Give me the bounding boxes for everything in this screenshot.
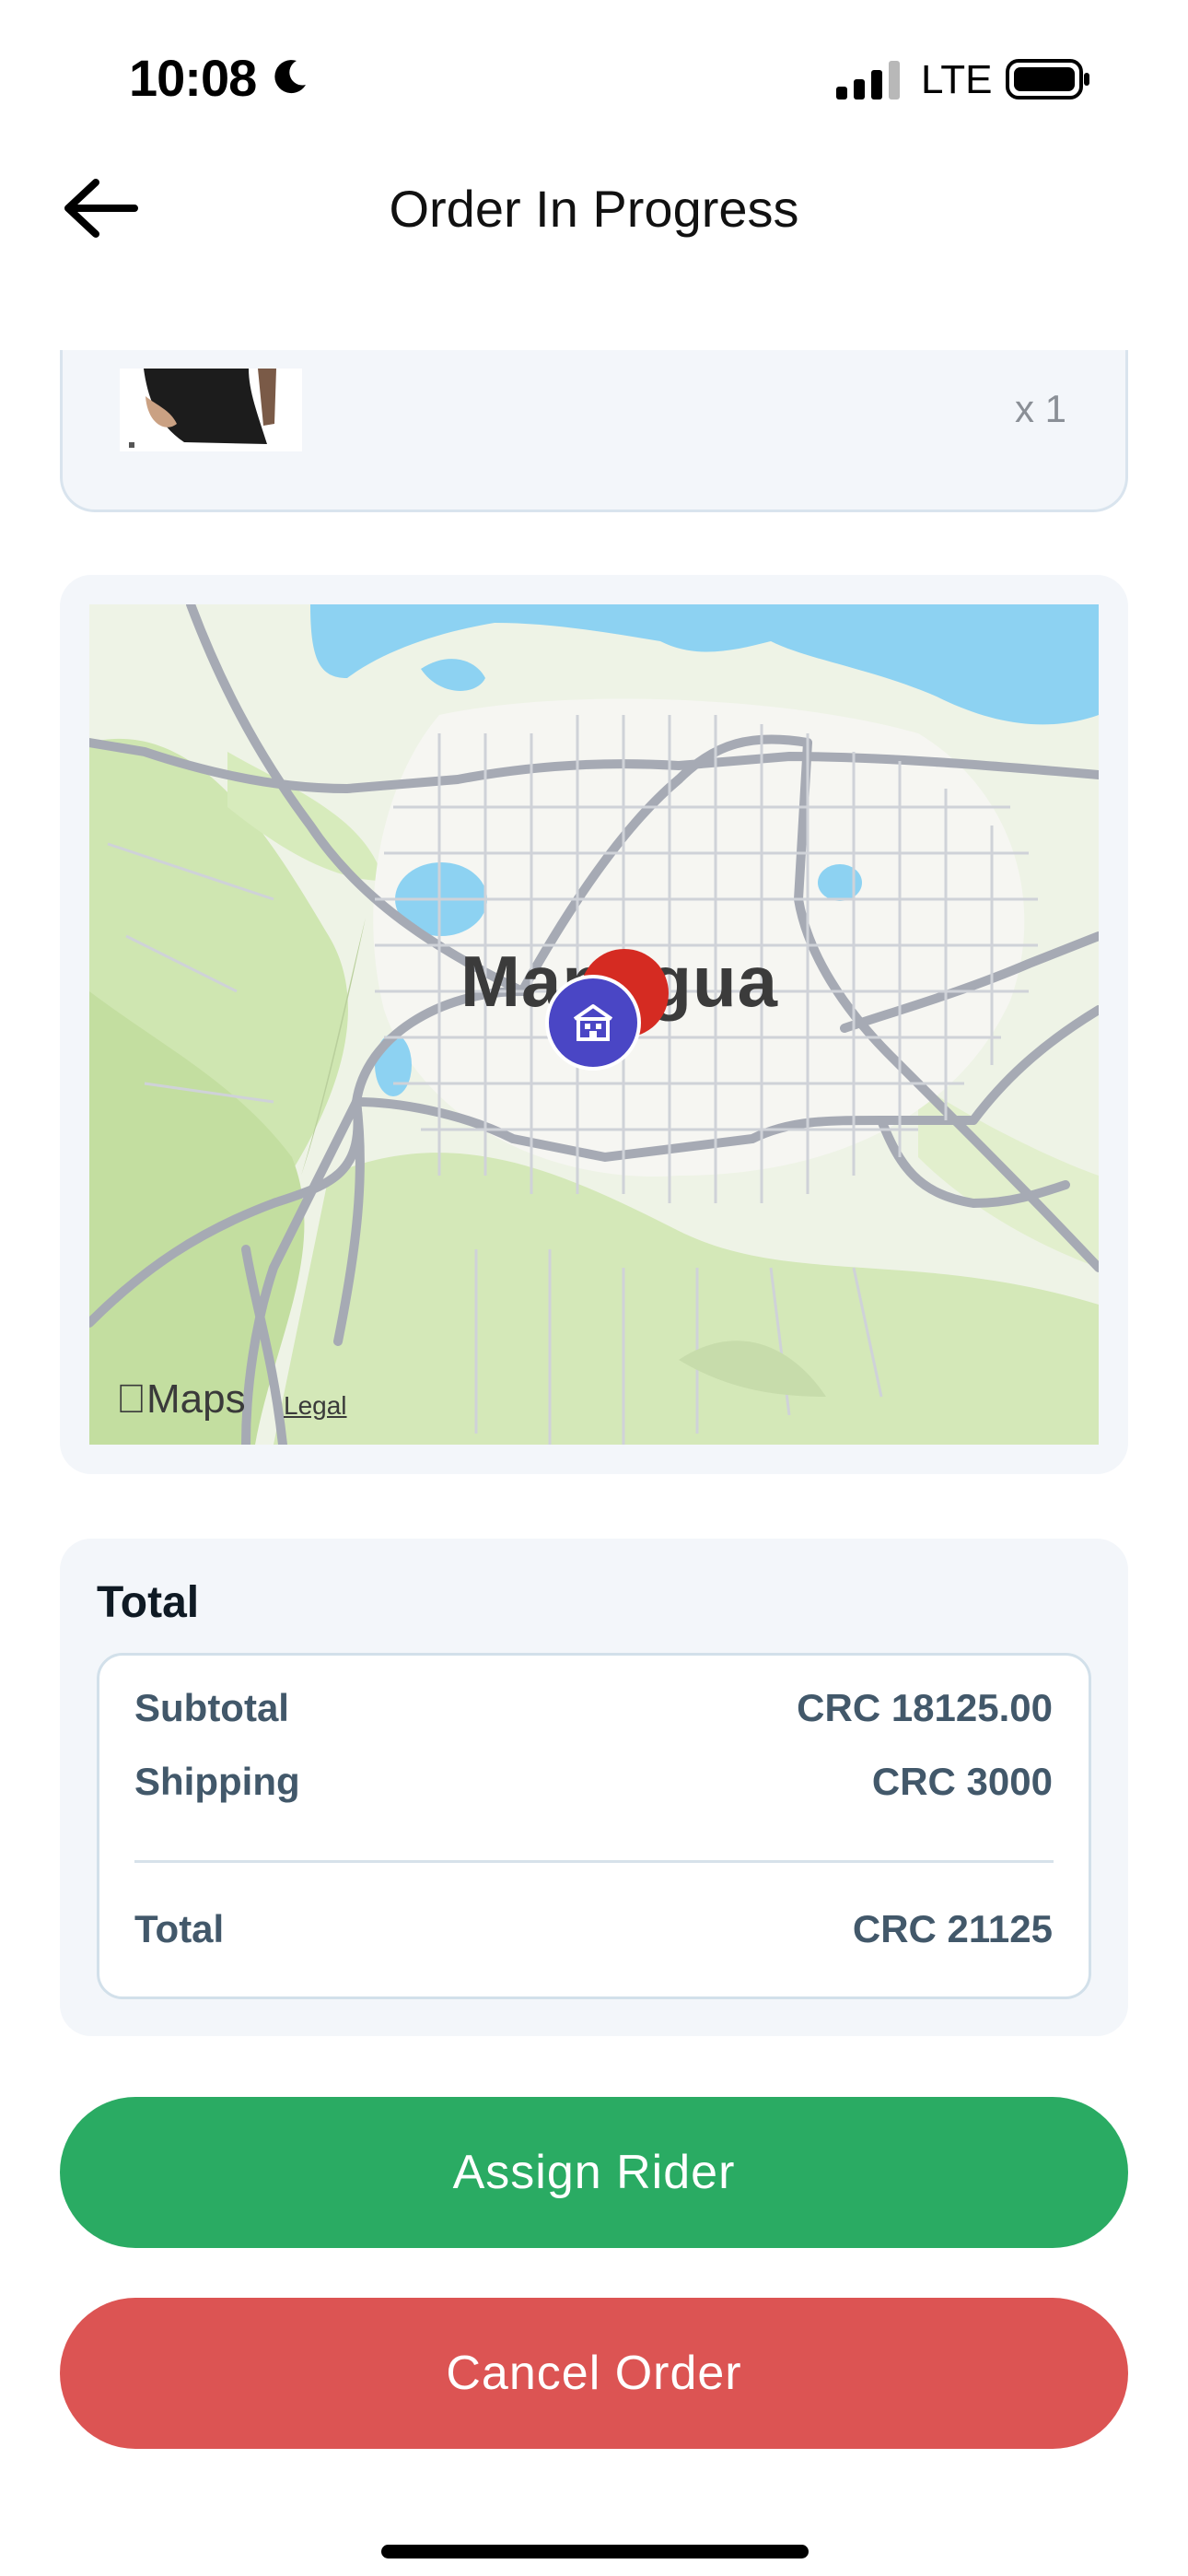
maps-attribution: Maps	[116, 1376, 246, 1423]
assign-rider-button[interactable]: Assign Rider	[60, 2097, 1128, 2248]
home-indicator[interactable]	[381, 2545, 809, 2558]
store-icon	[573, 1004, 613, 1041]
page-title: Order In Progress	[389, 180, 799, 238]
subtotal-label: Subtotal	[134, 1686, 289, 1729]
total-label: Total	[134, 1907, 225, 1950]
apple-logo-icon: 	[116, 1376, 146, 1422]
product-photo-icon	[120, 369, 302, 451]
shipping-value: CRC 3000	[871, 1760, 1053, 1803]
divider	[134, 1860, 1054, 1863]
back-arrow-icon[interactable]	[61, 175, 144, 241]
cellular-signal-icon	[836, 61, 900, 100]
cancel-order-button[interactable]: Cancel Order	[60, 2298, 1128, 2449]
maps-legal-link[interactable]: Legal	[284, 1391, 347, 1421]
product-image	[120, 369, 302, 451]
network-label: LTE	[921, 57, 993, 102]
moon-icon	[274, 60, 306, 94]
subtotal-value: CRC 18125.00	[797, 1686, 1053, 1729]
battery-icon	[1006, 59, 1089, 100]
total-value: CRC 21125	[852, 1907, 1053, 1950]
totals-heading: Total	[97, 1578, 200, 1627]
shipping-label: Shipping	[134, 1760, 300, 1803]
maps-attribution-text: Maps	[116, 1376, 246, 1422]
store-pin[interactable]	[545, 975, 641, 1071]
product-quantity: x 1	[1014, 387, 1066, 430]
status-time: 10:08	[129, 49, 257, 107]
